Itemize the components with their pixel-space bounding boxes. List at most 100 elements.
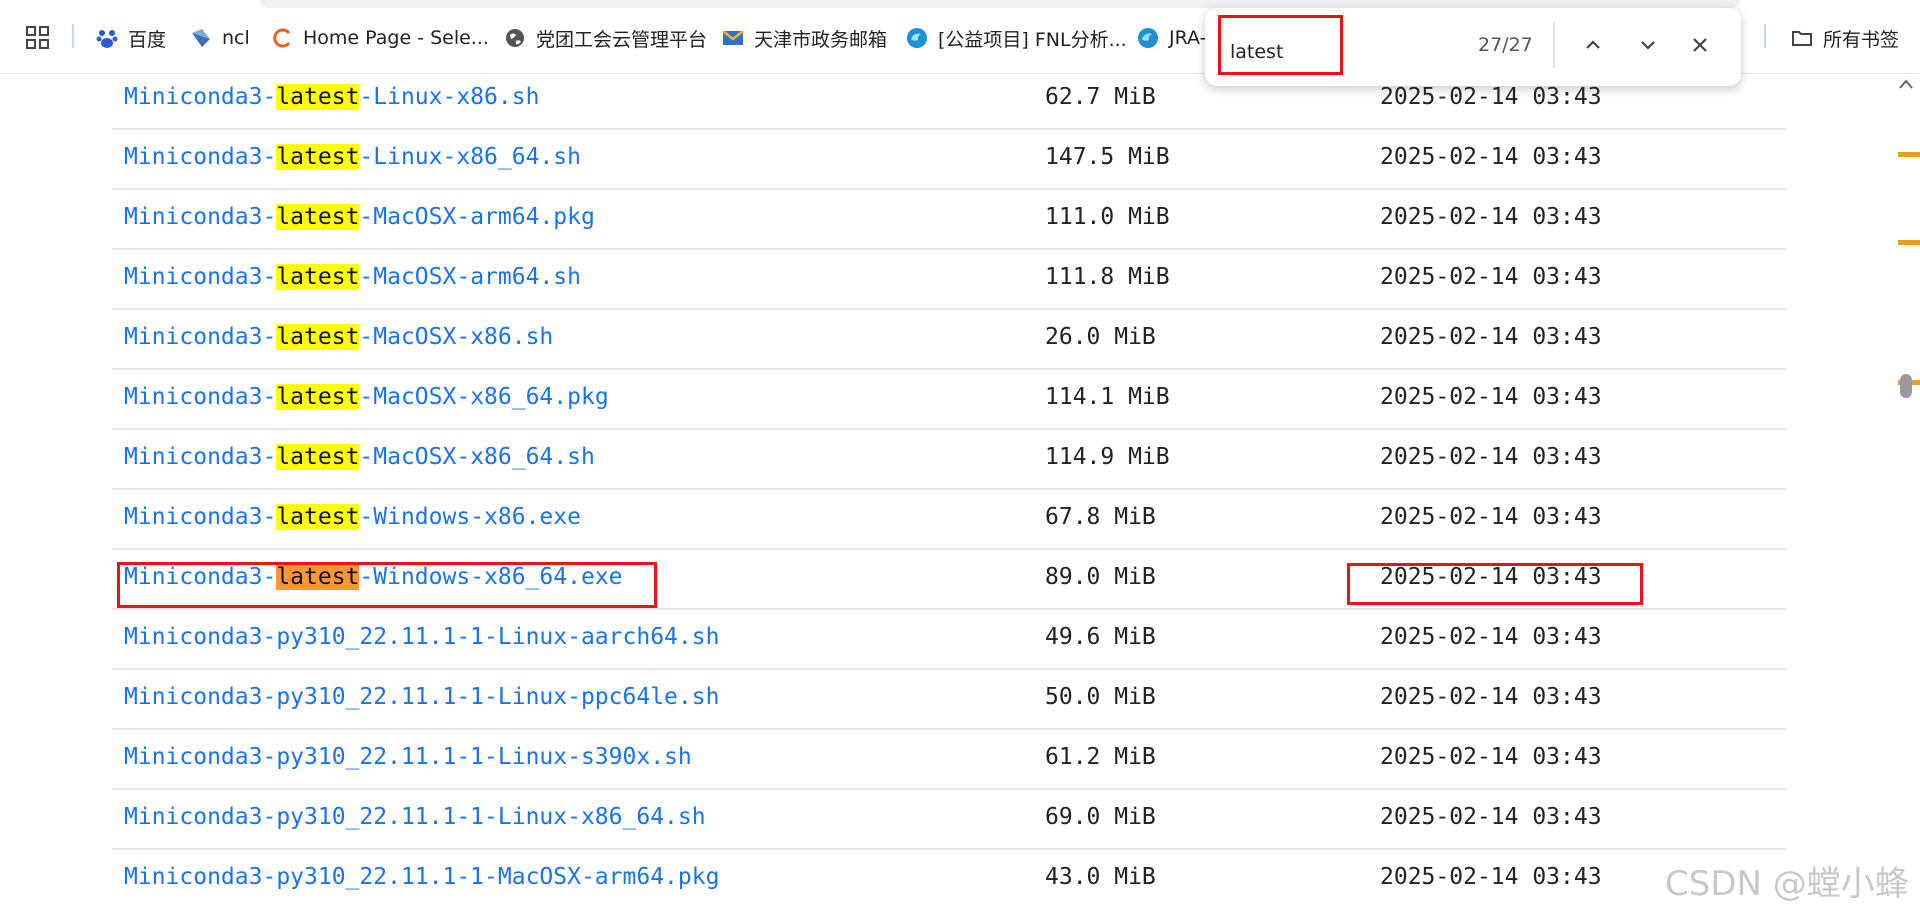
file-link[interactable]: Miniconda3-latest-Windows-x86.exe: [124, 504, 581, 530]
file-date: 2025-02-14 03:43: [1380, 864, 1602, 890]
file-link[interactable]: Miniconda3-latest-MacOSX-arm64.sh: [124, 264, 581, 290]
file-link[interactable]: Miniconda3-py310_22.11.1-1-Linux-x86_64.…: [124, 804, 706, 830]
file-row: Miniconda3-latest-Linux-x86.sh 62.7 MiB …: [112, 70, 1786, 130]
edge-icon: [1137, 27, 1159, 49]
file-link[interactable]: Miniconda3-latest-Windows-x86_64.exe: [124, 564, 623, 590]
search-match-highlight: latest: [276, 384, 360, 410]
edge-icon: [906, 27, 928, 49]
globe-icon: [504, 27, 526, 49]
scroll-up-arrow-icon[interactable]: [1898, 76, 1914, 90]
scrollbar-match-marker: [1898, 240, 1920, 245]
search-match-highlight: latest: [276, 264, 360, 290]
mail-icon: [722, 27, 744, 49]
bookmark-label: JRA-: [1169, 27, 1207, 49]
file-date: 2025-02-14 03:43: [1380, 324, 1602, 350]
file-date: 2025-02-14 03:43: [1380, 684, 1602, 710]
file-link[interactable]: Miniconda3-py310_22.11.1-1-Linux-ppc64le…: [124, 684, 719, 710]
search-match-highlight: latest: [276, 84, 360, 110]
bookmark-baidu[interactable]: 百度: [96, 24, 166, 52]
bookmark-separator: [1764, 24, 1766, 48]
file-size: 43.0 MiB: [1045, 864, 1156, 890]
ncl-icon: [190, 27, 212, 49]
file-size: 67.8 MiB: [1045, 504, 1156, 530]
active-search-match-highlight: latest: [276, 564, 360, 590]
file-link[interactable]: Miniconda3-latest-Linux-x86.sh: [124, 84, 539, 110]
bookmark-label: [公益项目] FNL分析...: [938, 28, 1127, 51]
folder-icon: [1791, 27, 1813, 49]
bookmark-label: 百度: [128, 28, 167, 51]
bookmark-label: ncl: [222, 27, 250, 49]
tab-strip-edge: [260, 0, 1740, 8]
find-close-button[interactable]: [1685, 30, 1715, 60]
file-row: Miniconda3-py310_22.11.1-1-MacOSX-arm64.…: [112, 850, 1786, 910]
search-match-highlight: latest: [276, 144, 360, 170]
file-size: 114.9 MiB: [1045, 444, 1170, 470]
file-size: 49.6 MiB: [1045, 624, 1156, 650]
chevron-down-icon: [1641, 41, 1655, 50]
file-size: 114.1 MiB: [1045, 384, 1170, 410]
search-match-highlight: latest: [276, 444, 360, 470]
file-size: 26.0 MiB: [1045, 324, 1156, 350]
close-icon: [1693, 38, 1707, 52]
file-date: 2025-02-14 03:43: [1380, 624, 1602, 650]
file-date: 2025-02-14 03:43: [1380, 204, 1602, 230]
file-row: Miniconda3-latest-MacOSX-x86_64.sh 114.9…: [112, 430, 1786, 490]
file-link[interactable]: Miniconda3-latest-MacOSX-x86.sh: [124, 324, 553, 350]
all-bookmarks-button[interactable]: 所有书签: [1791, 24, 1899, 52]
file-link[interactable]: Miniconda3-py310_22.11.1-1-Linux-aarch64…: [124, 624, 719, 650]
search-match-highlight: latest: [276, 504, 360, 530]
scrollbar-thumb[interactable]: [1900, 374, 1912, 398]
file-date: 2025-02-14 03:43: [1380, 804, 1602, 830]
watermark: CSDN @螳小蜂: [1665, 864, 1909, 904]
file-size: 69.0 MiB: [1045, 804, 1156, 830]
file-link[interactable]: Miniconda3-latest-MacOSX-x86_64.pkg: [124, 384, 609, 410]
find-next-button[interactable]: [1633, 30, 1663, 60]
file-size: 147.5 MiB: [1045, 144, 1170, 170]
file-row: Miniconda3-latest-MacOSX-x86.sh 26.0 MiB…: [112, 310, 1786, 370]
file-row: Miniconda3-py310_22.11.1-1-Linux-x86_64.…: [112, 790, 1786, 850]
file-date: 2025-02-14 03:43: [1380, 504, 1602, 530]
file-size: 50.0 MiB: [1045, 684, 1156, 710]
file-row: Miniconda3-py310_22.11.1-1-Linux-aarch64…: [112, 610, 1786, 670]
bookmark-jra[interactable]: JRA-: [1137, 24, 1206, 52]
file-date: 2025-02-14 03:43: [1380, 744, 1602, 770]
file-link[interactable]: Miniconda3-latest-MacOSX-x86_64.sh: [124, 444, 595, 470]
find-divider: [1553, 22, 1555, 68]
file-link[interactable]: Miniconda3-py310_22.11.1-1-Linux-s390x.s…: [124, 744, 692, 770]
file-listing: Miniconda3-latest-Linux-x86.sh 62.7 MiB …: [112, 70, 1786, 910]
file-link[interactable]: Miniconda3-py310_22.11.1-1-MacOSX-arm64.…: [124, 864, 719, 890]
chevron-up-icon: [1586, 40, 1600, 49]
file-row: Miniconda3-latest-MacOSX-arm64.sh 111.8 …: [112, 250, 1786, 310]
find-input[interactable]: latest: [1230, 41, 1283, 63]
bookmark-selenium[interactable]: Home Page - Sele...: [271, 24, 489, 52]
file-row: Miniconda3-py310_22.11.1-1-Linux-s390x.s…: [112, 730, 1786, 790]
file-date: 2025-02-14 03:43: [1380, 264, 1602, 290]
file-date: 2025-02-14 03:43: [1380, 84, 1602, 110]
file-link[interactable]: Miniconda3-latest-Linux-x86_64.sh: [124, 144, 581, 170]
file-date: 2025-02-14 03:43: [1380, 144, 1602, 170]
bookmark-ncl[interactable]: ncl: [190, 24, 250, 52]
bookmark-tianjin-mail[interactable]: 天津市政务邮箱: [722, 24, 887, 52]
file-row: Miniconda3-latest-Windows-x86.exe 67.8 M…: [112, 490, 1786, 550]
file-size: 61.2 MiB: [1045, 744, 1156, 770]
file-row: Miniconda3-py310_22.11.1-1-Linux-ppc64le…: [112, 670, 1786, 730]
scrollbar-match-marker: [1898, 152, 1920, 157]
file-row: Miniconda3-latest-MacOSX-x86_64.pkg 114.…: [112, 370, 1786, 430]
page-scrollbar[interactable]: [1892, 74, 1920, 907]
file-link[interactable]: Miniconda3-latest-MacOSX-arm64.pkg: [124, 204, 595, 230]
apps-grid-icon[interactable]: [26, 26, 50, 50]
find-match-count: 27/27: [1478, 34, 1533, 56]
bookmark-fnl-analysis[interactable]: [公益项目] FNL分析...: [906, 24, 1127, 52]
file-size: 89.0 MiB: [1045, 564, 1156, 590]
bookmark-party-platform[interactable]: 党团工会云管理平台: [504, 24, 707, 52]
search-match-highlight: latest: [276, 324, 360, 350]
bookmark-label: 天津市政务邮箱: [754, 28, 888, 51]
file-row: Miniconda3-latest-MacOSX-arm64.pkg 111.0…: [112, 190, 1786, 250]
file-size: 111.8 MiB: [1045, 264, 1170, 290]
file-row: Miniconda3-latest-Linux-x86_64.sh 147.5 …: [112, 130, 1786, 190]
bookmark-label: Home Page - Sele...: [303, 27, 489, 49]
find-previous-button[interactable]: [1578, 30, 1608, 60]
file-size: 62.7 MiB: [1045, 84, 1156, 110]
bookmark-separator: [72, 24, 74, 48]
bookmark-label: 党团工会云管理平台: [536, 28, 708, 51]
